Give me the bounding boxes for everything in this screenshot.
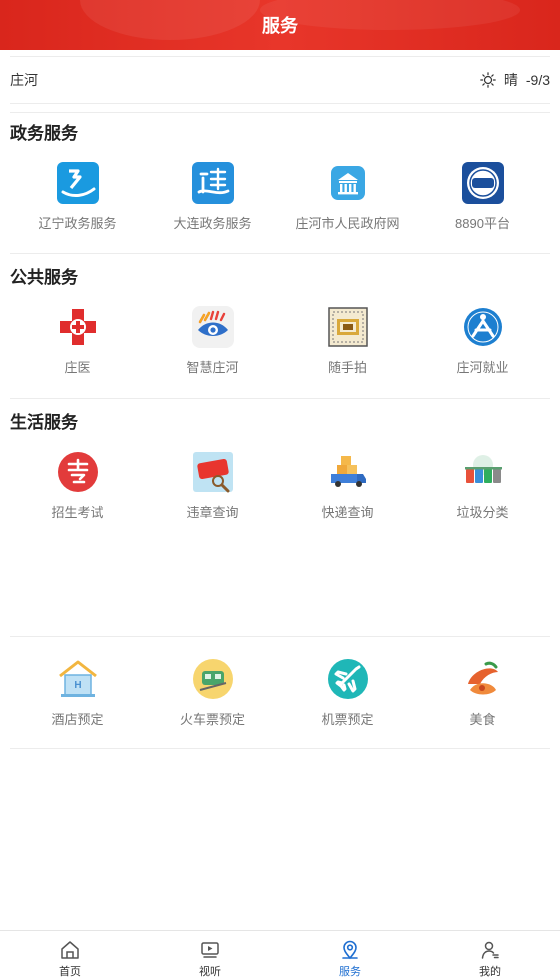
divider [10,398,550,399]
divider [10,253,550,254]
airplane-icon [327,659,368,699]
service-label: 美食 [469,712,496,727]
weather-temperature: -9/3 [525,72,550,88]
government-building-icon [330,166,365,200]
service-zhuanghe-gov[interactable]: 庄河市人民政府网 [280,162,415,232]
camera-shot-icon [327,307,368,347]
service-label: 庄河市人民政府网 [295,216,400,231]
service-label: 随手拍 [327,360,367,375]
divider [10,636,550,637]
smart-eye-icon [191,306,234,348]
user-icon [481,941,499,959]
location-label[interactable]: 庄河 [10,70,38,90]
service-flight[interactable]: 机票预定 [280,658,415,728]
service-label: 违章查询 [186,505,239,520]
tab-media[interactable]: 视听 [140,931,280,980]
service-smart-zhuanghe[interactable]: 智慧庄河 [145,306,280,376]
weather-condition: 晴 [503,72,518,88]
section-life: 生活服务 招生考试 违章查询 快递查询 垃圾分类 [10,411,550,521]
service-food[interactable]: 美食 [415,658,550,728]
service-label: 火车票预定 [179,712,245,727]
weather-info: 晴 -9/3 [480,70,550,90]
bottom-tab-bar: 首页 视听 服务 我的 [0,930,560,980]
tab-label: 首页 [59,966,81,978]
tv-icon [201,942,219,958]
service-label: 智慧庄河 [186,360,239,375]
section-title: 政务服务 [10,124,78,143]
divider [10,112,550,113]
tab-label: 我的 [479,966,501,978]
service-label: 大连政务服务 [173,216,252,231]
service-express[interactable]: 快递查询 [280,451,415,521]
location-service-icon [342,940,358,960]
app-header: 服务 [0,0,560,50]
medical-cross-icon [59,309,96,345]
divider [10,748,550,749]
service-label: 酒店预定 [51,712,104,727]
service-label: 快递查询 [321,505,374,520]
service-violation[interactable]: 违章查询 [145,451,280,521]
food-icon [467,661,498,695]
sun-icon [480,72,496,88]
section-travel: H 酒店预定 火车票预定 机票预定 美食 [10,658,550,728]
tab-label: 视听 [199,966,221,978]
section-title: 生活服务 [10,413,78,432]
section-public: 公共服务 庄医 智慧庄河 随手拍 庄河就业 [10,266,550,376]
tab-label: 服务 [339,966,361,978]
section-title: 公共服务 [10,268,78,287]
delivery-truck-icon [330,456,366,487]
recycle-bins-icon [464,455,502,483]
service-8890[interactable]: 8890平台 [415,162,550,232]
service-suishoupai[interactable]: 随手拍 [280,306,415,376]
exam-icon [57,452,98,492]
service-label: 招生考试 [51,505,104,520]
traffic-violation-icon [192,452,233,493]
employment-icon [463,308,502,346]
service-label: 8890平台 [455,216,510,231]
service-label: 机票预定 [321,712,374,727]
page-title: 服务 [262,16,298,36]
tab-home[interactable]: 首页 [0,931,140,980]
section-government: 政务服务 辽宁政务服务 大连政务服务 庄河市人民政府网 8890平台 [10,122,550,232]
train-icon [192,659,233,699]
liaoning-gov-icon [56,162,99,204]
service-employment[interactable]: 庄河就业 [415,306,550,376]
dalian-gov-icon [191,162,234,204]
tab-mine[interactable]: 我的 [420,931,560,980]
8890-platform-icon [461,162,504,204]
home-icon [61,941,79,959]
service-garbage[interactable]: 垃圾分类 [415,451,550,521]
tab-service[interactable]: 服务 [280,931,420,980]
svg-text:H: H [74,680,81,691]
service-liaoning-gov[interactable]: 辽宁政务服务 [10,162,145,232]
service-zhuangyi[interactable]: 庄医 [10,306,145,376]
service-label: 庄河就业 [456,360,509,375]
service-dalian-gov[interactable]: 大连政务服务 [145,162,280,232]
service-label: 辽宁政务服务 [38,216,117,231]
service-train[interactable]: 火车票预定 [145,658,280,728]
weather-bar: 庄河 晴 -9/3 [10,56,550,104]
service-exam[interactable]: 招生考试 [10,451,145,521]
service-hotel[interactable]: H 酒店预定 [10,658,145,728]
hotel-icon: H [58,660,97,697]
service-label: 庄医 [64,360,91,375]
service-label: 垃圾分类 [456,505,509,520]
